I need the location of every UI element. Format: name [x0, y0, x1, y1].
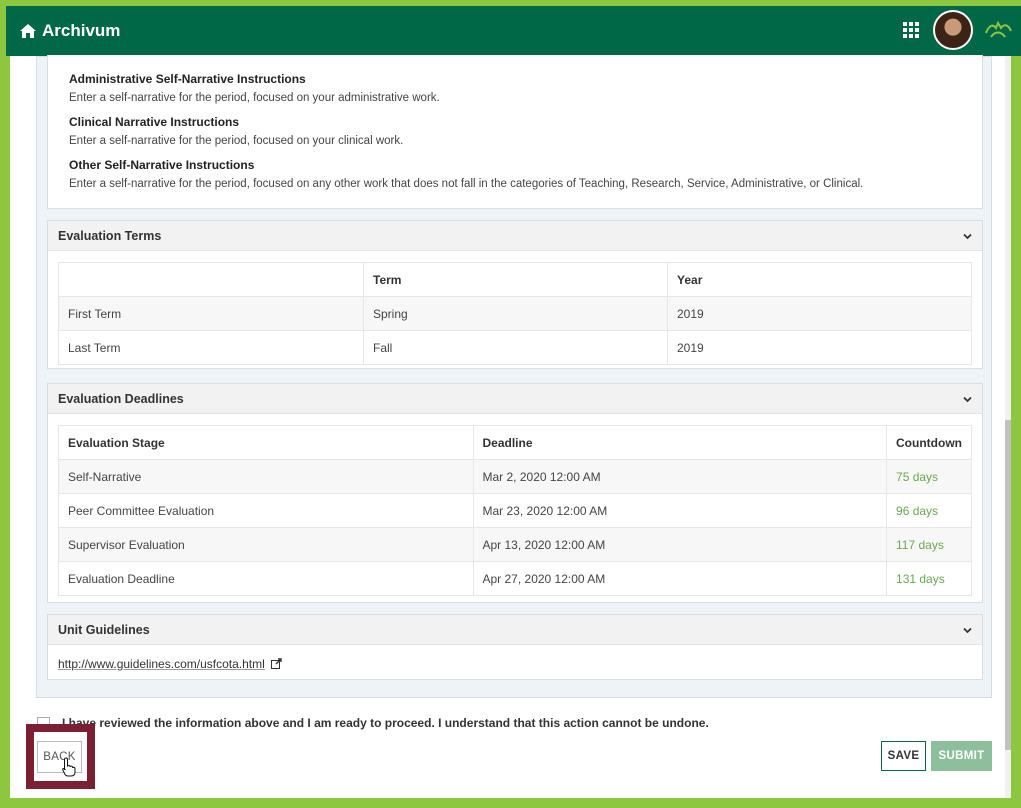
column-header: [58, 262, 364, 297]
avatar[interactable]: [933, 10, 973, 50]
table-row: Peer Committee Evaluation Mar 23, 2020 1…: [58, 493, 972, 528]
instruction-text: Enter a self-narrative for the period, f…: [69, 92, 440, 104]
table-cell: Fall: [363, 330, 668, 365]
table-cell: 2019: [667, 330, 972, 365]
table-cell: Peer Committee Evaluation: [58, 493, 474, 528]
main-content: Administrative Self-Narrative Instructio…: [36, 55, 992, 698]
evaluation-deadlines-panel: Evaluation Deadlines Evaluation Stage De…: [47, 383, 983, 603]
panel-header[interactable]: Unit Guidelines: [48, 615, 982, 645]
table-row: Self-Narrative Mar 2, 2020 12:00 AM 75 d…: [58, 459, 972, 494]
instruction-title: Clinical Narrative Instructions: [69, 115, 240, 129]
instructions-panel: Administrative Self-Narrative Instructio…: [47, 55, 983, 209]
column-header: Term: [363, 262, 668, 297]
deadlines-table: Evaluation Stage Deadline Countdown Self…: [58, 425, 972, 596]
table-cell: Self-Narrative: [58, 459, 474, 494]
chevron-down-icon[interactable]: [963, 395, 972, 404]
evaluation-terms-panel: Evaluation Terms Term Year First Term Sp…: [47, 220, 983, 369]
panel-title: Evaluation Terms: [58, 228, 162, 243]
panel-title: Evaluation Deadlines: [58, 391, 184, 406]
table-row: Last Term Fall 2019: [58, 330, 972, 365]
column-header: Year: [667, 262, 972, 297]
home-icon: [20, 24, 36, 38]
table-cell: 2019: [667, 296, 972, 331]
scrollbar-thumb[interactable]: [1005, 420, 1011, 750]
table-cell: Last Term: [58, 330, 364, 365]
submit-button[interactable]: SUBMIT: [931, 741, 992, 771]
hand-cursor-icon: [62, 757, 76, 777]
table-cell: Mar 2, 2020 12:00 AM: [472, 459, 888, 494]
countdown-value: 117 days: [886, 527, 972, 562]
table-row: Supervisor Evaluation Apr 13, 2020 12:00…: [58, 527, 972, 562]
chevron-down-icon[interactable]: [963, 232, 972, 241]
table-cell: Spring: [363, 296, 668, 331]
chevron-down-icon[interactable]: [963, 626, 972, 635]
instruction-text: Enter a self-narrative for the period, f…: [69, 135, 404, 147]
save-button[interactable]: SAVE: [881, 741, 926, 771]
grid-icon[interactable]: [903, 22, 919, 38]
table-cell: Apr 27, 2020 12:00 AM: [472, 561, 888, 596]
column-header: Deadline: [472, 425, 888, 460]
instruction-text: Enter a self-narrative for the period, f…: [69, 178, 864, 190]
external-link-icon[interactable]: [271, 658, 282, 669]
top-bar: Archivum: [6, 6, 1021, 56]
countdown-value: 75 days: [886, 459, 972, 494]
instruction-title: Other Self-Narrative Instructions: [69, 158, 255, 172]
table-row: Evaluation Deadline Apr 27, 2020 12:00 A…: [58, 561, 972, 596]
unit-guidelines-panel: Unit Guidelines http://www.guidelines.co…: [47, 614, 983, 680]
terms-table: Term Year First Term Spring 2019 Last Te…: [58, 262, 972, 365]
confirm-label: I have reviewed the information above an…: [62, 716, 709, 730]
table-cell: Supervisor Evaluation: [58, 527, 474, 562]
guidelines-link[interactable]: http://www.guidelines.com/usfcota.html: [58, 657, 265, 671]
countdown-value: 131 days: [886, 561, 972, 596]
column-header: Countdown: [886, 425, 972, 460]
app-title: Archivum: [42, 21, 121, 40]
panel-title: Unit Guidelines: [58, 622, 150, 637]
table-row: First Term Spring 2019: [58, 296, 972, 331]
panel-header[interactable]: Evaluation Terms: [48, 221, 982, 251]
countdown-value: 96 days: [886, 493, 972, 528]
panel-header[interactable]: Evaluation Deadlines: [48, 384, 982, 414]
table-cell: Apr 13, 2020 12:00 AM: [472, 527, 888, 562]
instruction-title: Administrative Self-Narrative Instructio…: [69, 72, 306, 86]
table-cell: First Term: [58, 296, 364, 331]
table-cell: Evaluation Deadline: [58, 561, 474, 596]
brand[interactable]: Archivum: [20, 21, 120, 41]
bull-logo-icon: [985, 20, 1012, 38]
top-right-tools: [903, 10, 1013, 50]
confirm-row: I have reviewed the information above an…: [37, 716, 709, 730]
table-cell: Mar 23, 2020 12:00 AM: [472, 493, 888, 528]
column-header: Evaluation Stage: [58, 425, 474, 460]
